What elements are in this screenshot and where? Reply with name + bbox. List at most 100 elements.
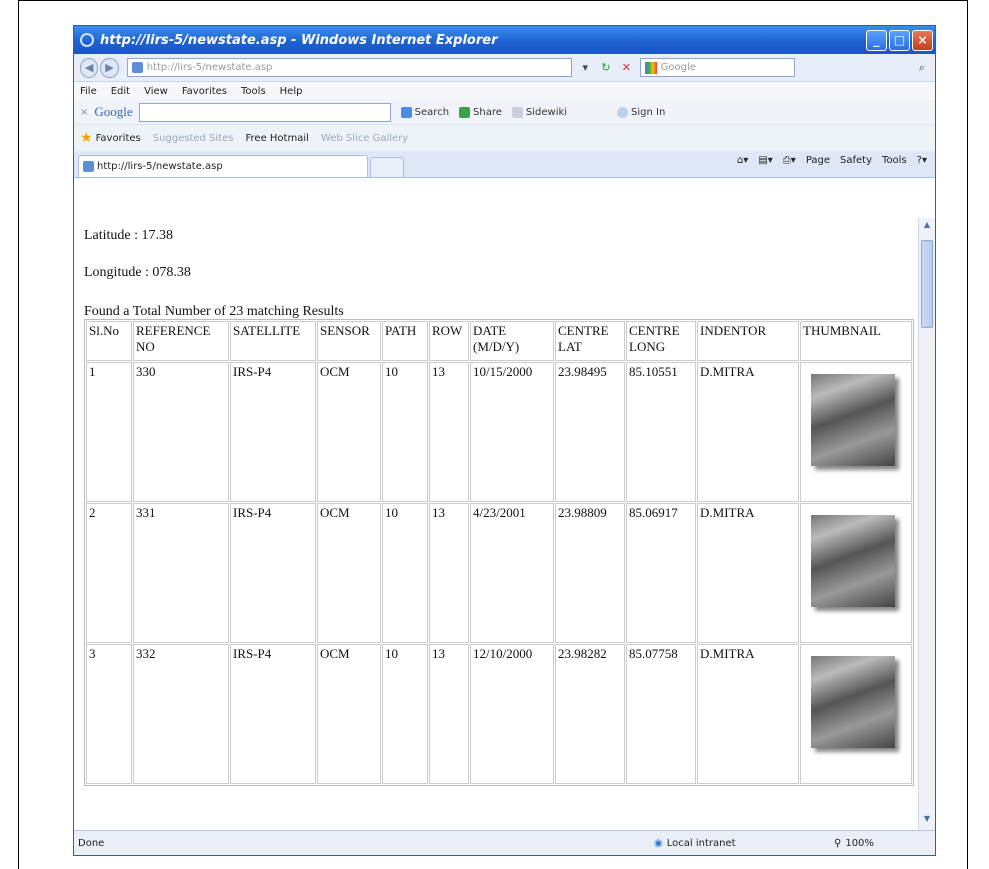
table-row: 1 330 IRS-P4 OCM 10 13 10/15/2000 23.984… (86, 362, 912, 502)
cell-sensor: OCM (317, 644, 381, 784)
cell-indentor: D.MITRA (697, 362, 799, 502)
cell-row: 13 (429, 644, 469, 784)
zone-label: Local intranet (666, 837, 736, 849)
tools-menu[interactable]: Tools (882, 155, 907, 166)
address-bar[interactable]: http://lirs-5/newstate.asp (126, 58, 573, 77)
table-row: 3 332 IRS-P4 OCM 10 13 12/10/2000 23.982… (86, 644, 912, 784)
address-text: http://lirs-5/newstate.asp (146, 62, 273, 73)
cell-satellite: IRS-P4 (230, 644, 316, 784)
web-slice-gallery-link[interactable]: Web Slice Gallery (321, 133, 408, 144)
page-content: Latitude : 17.38 Longitude : 078.38 Foun… (74, 218, 919, 830)
thumbnail-image[interactable] (811, 515, 895, 607)
back-button[interactable]: ◀ (80, 57, 99, 78)
cell-slno: 2 (86, 503, 132, 643)
maximize-button[interactable]: □ (889, 29, 910, 51)
scroll-up-arrow-icon[interactable]: ▲ (921, 220, 933, 234)
stop-icon[interactable]: ✕ (619, 60, 634, 76)
safety-menu[interactable]: Safety (840, 155, 872, 166)
google-search-input[interactable] (138, 102, 391, 122)
search-input[interactable]: Google (639, 58, 795, 77)
share-button[interactable]: Share (459, 106, 502, 118)
share-icon (459, 106, 471, 118)
new-tab-button[interactable] (370, 157, 404, 177)
cell-centre-lat: 23.98809 (555, 503, 625, 643)
toolbar-close-icon[interactable]: × (80, 107, 88, 118)
feeds-icon[interactable]: ▤▾ (758, 155, 772, 166)
help-icon[interactable]: ?▾ (917, 155, 927, 166)
tab-active[interactable]: http://lirs-5/newstate.asp (78, 155, 368, 177)
web-slice-gallery-label: Web Slice Gallery (320, 132, 409, 144)
menu-tools[interactable]: Tools (241, 86, 266, 97)
search-icon[interactable]: ⌕ (915, 60, 930, 76)
sidewiki-icon (511, 106, 523, 118)
tab-row: http://lirs-5/newstate.asp ⌂▾ ▤▾ ⎙▾ Page… (74, 151, 935, 178)
cell-centre-lat: 23.98282 (555, 644, 625, 784)
menu-help[interactable]: Help (280, 86, 303, 97)
favorites-bar: ★ Favorites Suggested Sites Free Hotmail … (74, 125, 935, 151)
cell-indentor: D.MITRA (697, 503, 799, 643)
cell-date: 12/10/2000 (470, 644, 554, 784)
scroll-thumb[interactable] (921, 240, 933, 328)
col-satellite: SATELLITE (230, 321, 316, 361)
status-bar: Done ◉ Local intranet ⚲ 100% (74, 830, 935, 855)
cell-row: 13 (429, 503, 469, 643)
cell-indentor: D.MITRA (697, 644, 799, 784)
cell-thumbnail (800, 503, 912, 643)
vertical-scrollbar[interactable]: ▲ ▼ (918, 218, 935, 830)
minimize-button[interactable]: _ (866, 29, 887, 51)
security-zone[interactable]: ◉ Local intranet (654, 838, 736, 849)
navigation-bar: ◀ ▶ http://lirs-5/newstate.asp ▾ ↻ ✕ Goo… (74, 54, 935, 82)
menu-file[interactable]: File (80, 86, 97, 97)
suggested-sites-link[interactable]: Suggested Sites (153, 133, 234, 144)
cell-path: 10 (382, 503, 428, 643)
search-icon (400, 106, 412, 118)
menu-bar: File Edit View Favorites Tools Help (74, 82, 935, 100)
sidewiki-button[interactable]: Sidewiki (511, 106, 568, 118)
close-button[interactable]: × (912, 29, 933, 51)
thumbnail-image[interactable] (811, 656, 895, 748)
thumbnail-image[interactable] (811, 374, 895, 466)
cell-row: 13 (429, 362, 469, 502)
col-centre-long: CENTRE LONG (626, 321, 696, 361)
cell-path: 10 (382, 644, 428, 784)
favorites-button[interactable]: ★ Favorites (80, 130, 141, 146)
col-indentor: INDENTOR (697, 321, 799, 361)
sign-in-button[interactable]: Sign In (617, 106, 665, 118)
table-header-row: Sl.No REFERENCE NO SATELLITE SENSOR PATH… (86, 321, 912, 361)
col-path: PATH (382, 321, 428, 361)
page-menu[interactable]: Page (806, 155, 830, 166)
cell-thumbnail (800, 644, 912, 784)
forward-button[interactable]: ▶ (100, 57, 119, 78)
cell-path: 10 (382, 362, 428, 502)
google-search-label: Search (414, 106, 450, 118)
cell-reference-no: 331 (133, 503, 229, 643)
longitude-text: Longitude : 078.38 (84, 265, 191, 280)
refresh-icon[interactable]: ↻ (599, 60, 614, 76)
col-date: DATE (M/D/Y) (470, 321, 554, 361)
cell-date: 4/23/2001 (470, 503, 554, 643)
menu-view[interactable]: View (144, 86, 168, 97)
col-reference-no: REFERENCE NO (133, 321, 229, 361)
results-count-text: Found a Total Number of 23 matching Resu… (84, 304, 344, 319)
cell-satellite: IRS-P4 (230, 503, 316, 643)
user-icon (617, 106, 629, 118)
col-sensor: SENSOR (317, 321, 381, 361)
menu-edit[interactable]: Edit (111, 86, 130, 97)
scroll-down-arrow-icon[interactable]: ▼ (921, 814, 933, 828)
sidewiki-label: Sidewiki (525, 106, 568, 118)
home-icon[interactable]: ⌂▾ (737, 155, 748, 166)
cell-satellite: IRS-P4 (230, 362, 316, 502)
cell-date: 10/15/2000 (470, 362, 554, 502)
ie-logo-icon (80, 33, 94, 47)
search-placeholder: Google (660, 62, 696, 73)
col-centre-lat: CENTRE LAT (555, 321, 625, 361)
menu-favorites[interactable]: Favorites (182, 86, 227, 97)
cell-sensor: OCM (317, 503, 381, 643)
globe-icon: ◉ (654, 837, 663, 849)
print-icon[interactable]: ⎙▾ (783, 155, 796, 166)
google-search-button[interactable]: Search (400, 106, 450, 118)
free-hotmail-link[interactable]: Free Hotmail (246, 133, 309, 144)
zoom-control[interactable]: ⚲ 100% (834, 838, 874, 849)
address-dropdown-icon[interactable]: ▾ (578, 60, 593, 76)
title-bar: http://lirs-5/newstate.asp - Windows Int… (74, 26, 935, 54)
